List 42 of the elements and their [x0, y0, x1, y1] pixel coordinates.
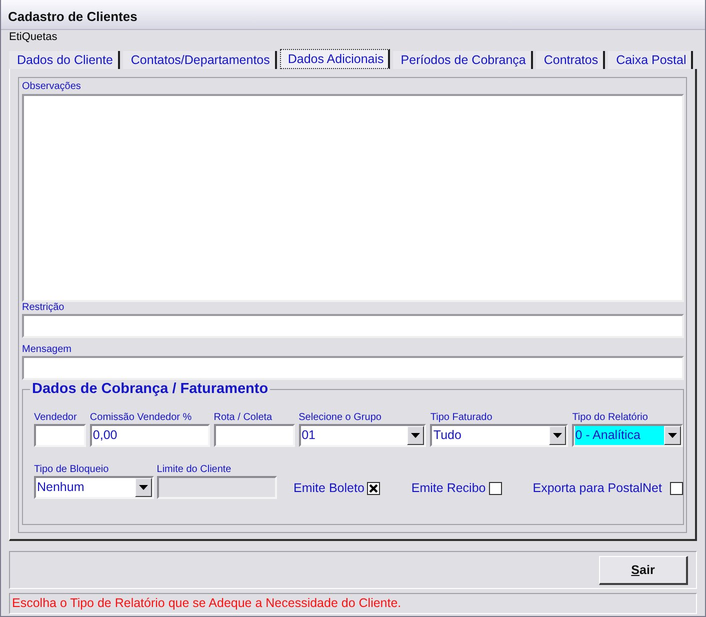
exit-button[interactable]: Sair: [599, 556, 688, 584]
input-field[interactable]: [22, 356, 684, 380]
caret-icon: [138, 485, 148, 490]
checkbox[interactable]: [488, 482, 502, 494]
caret-icon: [553, 433, 562, 438]
tab[interactable]: Contratos: [536, 51, 606, 69]
dropdown[interactable]: 0 - Analítica: [572, 424, 684, 447]
field-label: Vendedor: [34, 412, 78, 424]
input-field[interactable]: [34, 424, 86, 447]
field-label: Observações: [22, 81, 82, 93]
field-label: Selecione o Grupo: [298, 412, 382, 424]
tab[interactable]: Caixa Postal: [608, 51, 694, 69]
dropdown[interactable]: 01: [298, 424, 426, 447]
dropdown[interactable]: Nenhum: [34, 476, 154, 499]
dropdown[interactable]: Tudo: [430, 424, 568, 447]
checkbox[interactable]: [367, 482, 380, 494]
input-field[interactable]: [214, 424, 295, 447]
tab[interactable]: Contatos/Departamentos: [122, 51, 277, 69]
status-message: Escolha o Tipo de Relatório que se Adeque a Necessidade do Cliente.: [9, 593, 697, 614]
field-label: Mensagem: [22, 344, 72, 356]
window-title: Cadastro de Clientes: [8, 9, 138, 24]
notes-field[interactable]: [22, 94, 684, 302]
field-label: Tipo Faturado: [430, 412, 494, 424]
menu-item[interactable]: EtiQuetas: [9, 30, 58, 45]
caret-icon: [668, 433, 678, 438]
tab[interactable]: Dados Adicionais: [280, 49, 390, 69]
input-field[interactable]: [22, 314, 684, 338]
tab[interactable]: Períodos de Cobrança: [392, 51, 533, 69]
checkbox-label: Emite Boleto: [294, 481, 364, 495]
field-label: Rota / Coleta: [214, 412, 274, 424]
field-label: Limite do Cliente: [156, 464, 232, 476]
input-field[interactable]: 0,00: [90, 424, 210, 447]
checkbox-label: Exporta para PostalNet: [532, 481, 662, 495]
field-label: Tipo de Bloqueio: [34, 464, 110, 476]
field-label: Restrição: [22, 302, 66, 314]
field-label: Comissão Vendedor %: [90, 412, 193, 424]
field-label: Tipo do Relatório: [572, 412, 649, 424]
caret-icon: [411, 433, 420, 438]
tab[interactable]: Dados do Cliente: [9, 51, 120, 69]
group-title: Dados de Cobrança / Faturamento: [30, 381, 270, 397]
checkbox[interactable]: [670, 482, 683, 494]
checkbox-label: Emite Recibo: [411, 481, 486, 495]
